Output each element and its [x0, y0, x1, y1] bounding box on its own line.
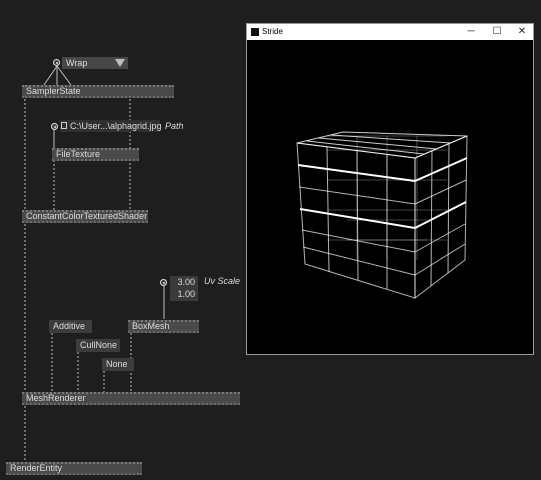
- wrap-dropdown[interactable]: Wrap: [62, 57, 128, 69]
- app-icon: [251, 28, 259, 36]
- render-viewport[interactable]: [247, 40, 533, 354]
- blend-value: Additive: [53, 321, 86, 331]
- path-input[interactable]: C:\User...\alphagrid.jpg: [60, 120, 162, 132]
- cull-input[interactable]: CullNone: [76, 339, 120, 352]
- sampler-state-label: SamplerState: [26, 86, 81, 96]
- render-window[interactable]: Stride ─ ☐ ✕: [246, 23, 534, 355]
- mesh-renderer-label: MeshRenderer: [26, 393, 86, 403]
- minimize-button[interactable]: ─: [459, 24, 483, 40]
- blend-input[interactable]: Additive: [49, 320, 92, 333]
- wireframe-cube: [296, 131, 468, 300]
- uv-scale-x[interactable]: 3.00: [170, 276, 195, 288]
- render-entity-node[interactable]: RenderEntity: [6, 462, 142, 475]
- uv-scale-input[interactable]: 3.00 1.00: [170, 276, 198, 301]
- mesh-renderer-node[interactable]: MeshRenderer: [22, 392, 240, 405]
- box-mesh-node[interactable]: BoxMesh: [128, 320, 199, 333]
- window-titlebar[interactable]: Stride ─ ☐ ✕: [247, 24, 533, 40]
- box-mesh-label: BoxMesh: [132, 321, 170, 331]
- cull-value: CullNone: [80, 340, 118, 350]
- path-pin[interactable]: [51, 123, 58, 130]
- render-entity-label: RenderEntity: [10, 463, 63, 473]
- path-pin-label: Path: [165, 121, 184, 131]
- uv-scale-pin-label: Uv Scale: [204, 276, 241, 286]
- window-title: Stride: [262, 27, 283, 36]
- shader-node[interactable]: ConstantColorTexturedShader: [22, 210, 148, 223]
- uv-scale-pin[interactable]: [160, 279, 167, 286]
- sampler-state-node[interactable]: SamplerState: [22, 85, 174, 98]
- depth-input[interactable]: None: [102, 358, 134, 371]
- file-icon[interactable]: [61, 122, 67, 129]
- file-texture-label: FileTexture: [56, 149, 101, 159]
- shader-label: ConstantColorTexturedShader: [26, 211, 148, 221]
- wrap-dropdown-value: Wrap: [66, 58, 88, 68]
- uv-scale-y[interactable]: 1.00: [170, 288, 195, 300]
- chevron-down-icon[interactable]: [115, 59, 125, 67]
- path-value: C:\User...\alphagrid.jpg: [70, 121, 162, 131]
- wrap-pin[interactable]: [53, 59, 60, 66]
- depth-value: None: [106, 359, 128, 369]
- maximize-button[interactable]: ☐: [485, 24, 509, 40]
- close-button[interactable]: ✕: [510, 24, 534, 40]
- file-texture-node[interactable]: FileTexture: [52, 148, 139, 161]
